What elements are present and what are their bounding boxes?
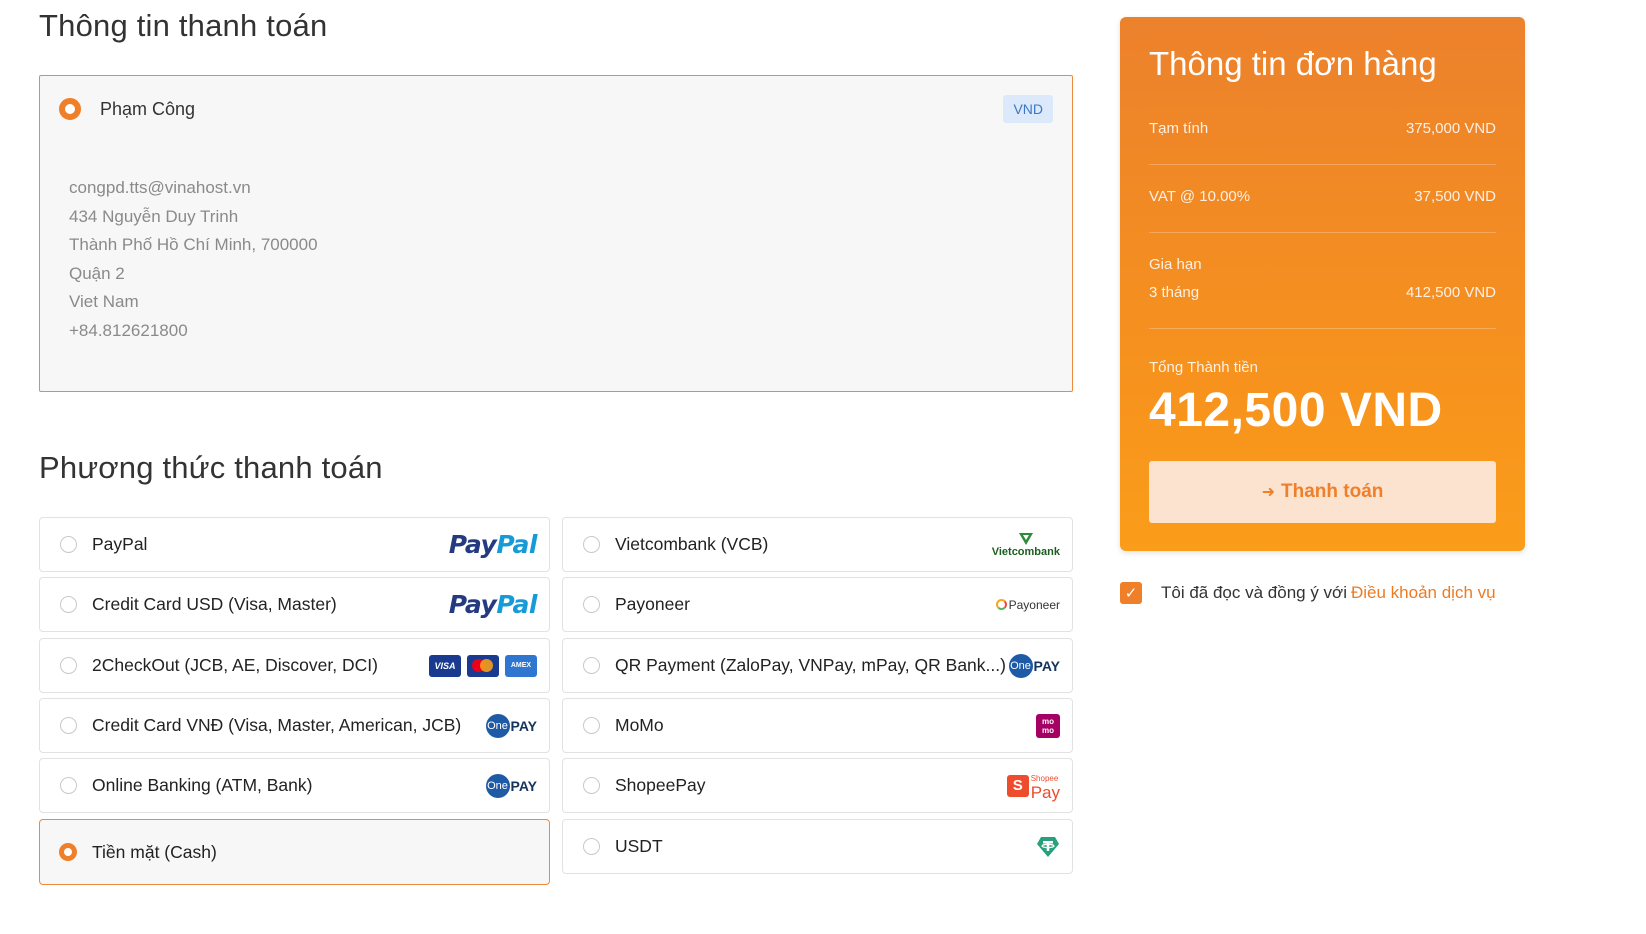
order-summary-panel: Thông tin đơn hàng Tạm tính 375,000 VND … — [1120, 17, 1525, 551]
paypal-logo: PayPal — [448, 530, 538, 559]
payment-option-online-banking[interactable]: Online Banking (ATM, Bank) One PAY — [39, 758, 550, 813]
billing-title: Thông tin thanh toán — [39, 8, 328, 43]
divider — [1149, 232, 1496, 233]
checkout-button[interactable]: ➜ Thanh toán — [1149, 461, 1496, 523]
payment-option-label: PayPal — [92, 534, 148, 554]
payment-option-label: USDT — [615, 836, 663, 856]
billing-name: Phạm Công — [100, 98, 196, 119]
payment-option-credit-card-vnd[interactable]: Credit Card VNĐ (Visa, Master, American,… — [39, 698, 550, 753]
card-brands-logo: VISA AMEX — [429, 639, 537, 692]
radio-button-selected[interactable] — [59, 843, 77, 861]
payment-option-cash[interactable]: Tiền mặt (Cash) — [39, 819, 550, 885]
radio-button[interactable] — [583, 777, 600, 794]
onepay-logo: One PAY — [485, 759, 537, 812]
payment-method-title: Phương thức thanh toán — [39, 450, 383, 485]
payment-option-credit-card-usd[interactable]: Credit Card USD (Visa, Master) PayPal — [39, 577, 550, 632]
billing-phone: +84.812621800 — [69, 320, 188, 340]
subtotal-value: 375,000 VND — [1405, 120, 1496, 137]
vat-label: VAT @ 10.00% — [1149, 188, 1251, 205]
renewal-value: 412,500 VND — [1405, 284, 1496, 301]
payment-option-vietcombank[interactable]: Vietcombank (VCB) Vietcombank — [562, 517, 1073, 572]
radio-button[interactable] — [60, 777, 77, 794]
payment-option-payoneer[interactable]: Payoneer Payoneer — [562, 577, 1073, 632]
divider — [1149, 164, 1496, 165]
checkout-button-label: Thanh toán — [1281, 481, 1384, 502]
renewal-row: Gia hạn — [1149, 256, 1496, 273]
vietcombank-logo: Vietcombank — [992, 518, 1060, 571]
renewal-period: 3 tháng — [1149, 284, 1200, 301]
momo-logo: mo mo — [1036, 699, 1060, 752]
terms-text: Tôi đã đọc và đồng ý với — [1161, 583, 1347, 602]
radio-button[interactable] — [583, 536, 600, 553]
renewal-period-row: 3 tháng 412,500 VND — [1149, 284, 1496, 301]
payment-option-label: MoMo — [615, 715, 664, 735]
billing-radio[interactable] — [59, 98, 81, 120]
payment-option-label: ShopeePay — [615, 775, 706, 795]
payment-option-label: Credit Card USD (Visa, Master) — [92, 594, 337, 614]
vat-row: VAT @ 10.00% 37,500 VND — [1149, 188, 1496, 205]
payment-option-shopeepay[interactable]: ShopeePay S Shopee Pay — [562, 758, 1073, 813]
vat-value: 37,500 VND — [1414, 188, 1496, 205]
paypal-logo: PayPal — [448, 590, 538, 619]
terms-checkbox[interactable]: ✓ — [1120, 582, 1142, 604]
billing-address: congpd.tts@vinahost.vn 434 Nguyễn Duy Tr… — [69, 174, 318, 346]
payment-option-label: Credit Card VNĐ (Visa, Master, American,… — [92, 715, 462, 735]
total-label: Tổng Thành tiền — [1149, 359, 1258, 376]
subtotal-label: Tạm tính — [1149, 120, 1209, 137]
radio-button[interactable] — [60, 657, 77, 674]
payment-option-label: Payoneer — [615, 594, 690, 614]
subtotal-row: Tạm tính 375,000 VND — [1149, 120, 1496, 137]
payment-option-2checkout[interactable]: 2CheckOut (JCB, AE, Discover, DCI) VISA … — [39, 638, 550, 693]
payoneer-logo: Payoneer — [995, 578, 1060, 631]
total-value: 412,500 VND — [1149, 384, 1443, 437]
order-title: Thông tin đơn hàng — [1149, 45, 1437, 82]
divider — [1149, 328, 1496, 329]
billing-district: Quận 2 — [69, 263, 125, 283]
renewal-label: Gia hạn — [1149, 256, 1202, 273]
payment-option-momo[interactable]: MoMo mo mo — [562, 698, 1073, 753]
payment-option-label: 2CheckOut (JCB, AE, Discover, DCI) — [92, 655, 378, 675]
terms-agreement: ✓ Tôi đã đọc và đồng ý với Điều khoản dị… — [1120, 582, 1496, 604]
radio-button[interactable] — [60, 717, 77, 734]
radio-button[interactable] — [583, 717, 600, 734]
onepay-logo: One PAY — [1008, 639, 1060, 692]
terms-link[interactable]: Điều khoản dịch vụ — [1351, 583, 1496, 603]
currency-badge: VND — [1003, 95, 1053, 123]
billing-email: congpd.tts@vinahost.vn — [69, 178, 251, 197]
payment-option-label: Tiền mặt (Cash) — [92, 841, 217, 862]
visa-icon: VISA — [429, 654, 461, 677]
payment-option-paypal[interactable]: PayPal PayPal — [39, 517, 550, 572]
payment-option-qr-payment[interactable]: QR Payment (ZaloPay, VNPay, mPay, QR Ban… — [562, 638, 1073, 693]
payment-option-label: Vietcombank (VCB) — [615, 534, 769, 554]
billing-city: Thành Phố Hồ Chí Minh, 700000 — [69, 235, 318, 255]
tether-icon — [1036, 820, 1060, 873]
arrow-right-icon: ➜ — [1261, 484, 1275, 501]
billing-head: Phạm Công — [59, 98, 195, 120]
billing-card[interactable]: Phạm Công VND congpd.tts@vinahost.vn 434… — [39, 75, 1073, 392]
amex-icon: AMEX — [505, 654, 537, 677]
billing-street: 434 Nguyễn Duy Trinh — [69, 206, 239, 226]
payment-option-usdt[interactable]: USDT — [562, 819, 1073, 874]
mastercard-icon — [467, 654, 499, 677]
shopeepay-logo: S Shopee Pay — [1006, 759, 1060, 812]
radio-button[interactable] — [583, 838, 600, 855]
radio-button[interactable] — [583, 596, 600, 613]
billing-country: Viet Nam — [69, 292, 139, 312]
radio-button[interactable] — [583, 657, 600, 674]
onepay-logo: One PAY — [485, 699, 537, 752]
radio-button[interactable] — [60, 536, 77, 553]
payment-option-label: QR Payment (ZaloPay, VNPay, mPay, QR Ban… — [615, 655, 1006, 675]
payment-option-label: Online Banking (ATM, Bank) — [92, 775, 313, 795]
radio-button[interactable] — [60, 596, 77, 613]
